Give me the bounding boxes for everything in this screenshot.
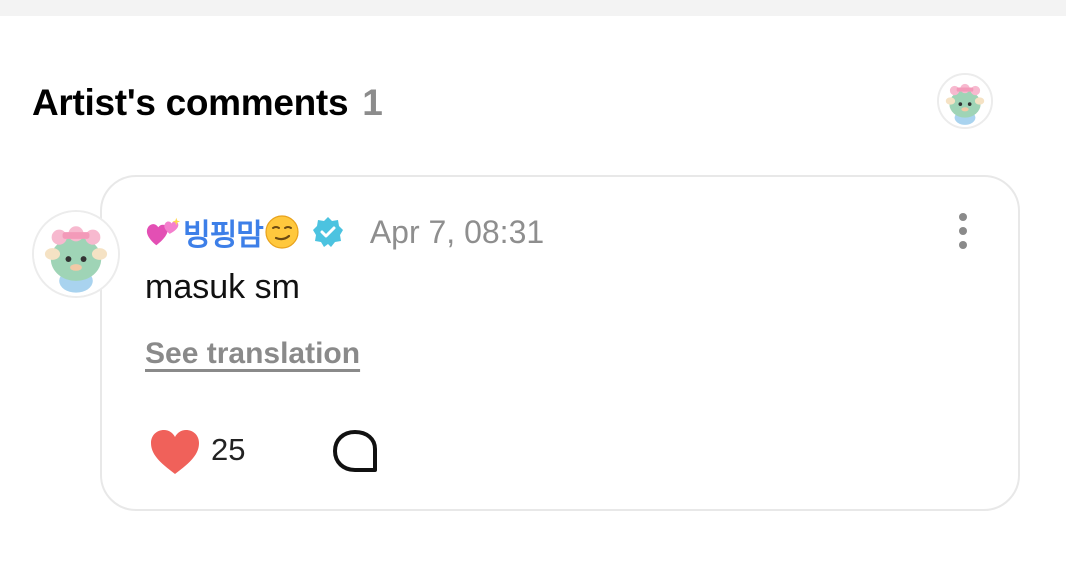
speech-bubble-icon[interactable]	[331, 428, 379, 474]
comment-author-row: 빙핑맘 Apr 7, 08:31	[144, 207, 544, 257]
section-count: 1	[362, 82, 383, 123]
see-translation-link[interactable]: See translation	[145, 337, 360, 371]
more-dot	[959, 213, 967, 221]
comment-author-avatar[interactable]	[32, 210, 120, 298]
top-band	[0, 0, 1066, 16]
comment-timestamp: Apr 7, 08:31	[369, 213, 545, 250]
comment-body: masuk sm	[145, 268, 300, 306]
smirking-face-icon	[264, 214, 300, 250]
more-dot	[959, 227, 967, 235]
user-avatar[interactable]	[937, 73, 993, 129]
sheep-character-icon	[939, 75, 991, 127]
sheep-character-icon	[34, 212, 118, 296]
sparkling-hearts-icon	[144, 214, 182, 250]
comment-author-name[interactable]: 빙핑맘	[183, 210, 264, 254]
more-options-icon[interactable]	[948, 210, 978, 252]
section-header: Artist's comments 1	[32, 78, 383, 128]
section-title: Artist's comments	[32, 82, 349, 123]
like-count: 25	[211, 432, 246, 467]
more-dot	[959, 241, 967, 249]
verified-badge-icon	[312, 216, 344, 248]
heart-icon[interactable]	[149, 428, 201, 476]
